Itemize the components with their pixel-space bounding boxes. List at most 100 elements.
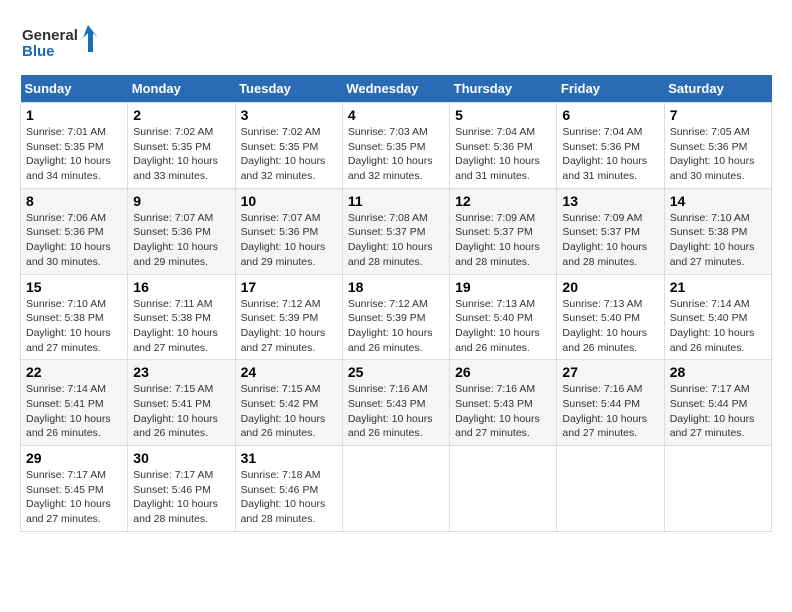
weekday-header-sunday: Sunday bbox=[21, 75, 128, 103]
calendar-cell: 7 Sunrise: 7:05 AM Sunset: 5:36 PM Dayli… bbox=[664, 103, 771, 189]
page-header: General Blue bbox=[20, 20, 772, 65]
calendar-cell: 22 Sunrise: 7:14 AM Sunset: 5:41 PM Dayl… bbox=[21, 360, 128, 446]
day-info: Sunrise: 7:11 AM Sunset: 5:38 PM Dayligh… bbox=[133, 297, 229, 356]
day-info: Sunrise: 7:13 AM Sunset: 5:40 PM Dayligh… bbox=[562, 297, 658, 356]
weekday-header-friday: Friday bbox=[557, 75, 664, 103]
day-info: Sunrise: 7:01 AM Sunset: 5:35 PM Dayligh… bbox=[26, 125, 122, 184]
day-number: 25 bbox=[348, 364, 444, 380]
day-number: 11 bbox=[348, 193, 444, 209]
day-info: Sunrise: 7:12 AM Sunset: 5:39 PM Dayligh… bbox=[348, 297, 444, 356]
day-info: Sunrise: 7:16 AM Sunset: 5:43 PM Dayligh… bbox=[455, 382, 551, 441]
day-number: 19 bbox=[455, 279, 551, 295]
calendar-cell: 29 Sunrise: 7:17 AM Sunset: 5:45 PM Dayl… bbox=[21, 446, 128, 532]
calendar-cell: 5 Sunrise: 7:04 AM Sunset: 5:36 PM Dayli… bbox=[450, 103, 557, 189]
calendar-cell: 20 Sunrise: 7:13 AM Sunset: 5:40 PM Dayl… bbox=[557, 274, 664, 360]
day-number: 10 bbox=[241, 193, 337, 209]
weekday-header-wednesday: Wednesday bbox=[342, 75, 449, 103]
day-number: 26 bbox=[455, 364, 551, 380]
day-number: 22 bbox=[26, 364, 122, 380]
day-number: 3 bbox=[241, 107, 337, 123]
day-number: 16 bbox=[133, 279, 229, 295]
calendar-cell bbox=[342, 446, 449, 532]
calendar-cell: 24 Sunrise: 7:15 AM Sunset: 5:42 PM Dayl… bbox=[235, 360, 342, 446]
day-number: 21 bbox=[670, 279, 766, 295]
day-number: 14 bbox=[670, 193, 766, 209]
calendar-week-5: 29 Sunrise: 7:17 AM Sunset: 5:45 PM Dayl… bbox=[21, 446, 772, 532]
calendar-cell: 30 Sunrise: 7:17 AM Sunset: 5:46 PM Dayl… bbox=[128, 446, 235, 532]
calendar-cell: 4 Sunrise: 7:03 AM Sunset: 5:35 PM Dayli… bbox=[342, 103, 449, 189]
day-info: Sunrise: 7:10 AM Sunset: 5:38 PM Dayligh… bbox=[670, 211, 766, 270]
day-number: 28 bbox=[670, 364, 766, 380]
day-number: 30 bbox=[133, 450, 229, 466]
calendar-cell: 12 Sunrise: 7:09 AM Sunset: 5:37 PM Dayl… bbox=[450, 188, 557, 274]
day-info: Sunrise: 7:04 AM Sunset: 5:36 PM Dayligh… bbox=[562, 125, 658, 184]
day-info: Sunrise: 7:13 AM Sunset: 5:40 PM Dayligh… bbox=[455, 297, 551, 356]
logo-svg: General Blue bbox=[20, 20, 100, 65]
day-info: Sunrise: 7:03 AM Sunset: 5:35 PM Dayligh… bbox=[348, 125, 444, 184]
day-info: Sunrise: 7:17 AM Sunset: 5:46 PM Dayligh… bbox=[133, 468, 229, 527]
day-number: 18 bbox=[348, 279, 444, 295]
calendar-cell bbox=[664, 446, 771, 532]
day-info: Sunrise: 7:10 AM Sunset: 5:38 PM Dayligh… bbox=[26, 297, 122, 356]
calendar-cell: 6 Sunrise: 7:04 AM Sunset: 5:36 PM Dayli… bbox=[557, 103, 664, 189]
calendar-cell: 1 Sunrise: 7:01 AM Sunset: 5:35 PM Dayli… bbox=[21, 103, 128, 189]
day-info: Sunrise: 7:06 AM Sunset: 5:36 PM Dayligh… bbox=[26, 211, 122, 270]
day-number: 6 bbox=[562, 107, 658, 123]
calendar-cell: 27 Sunrise: 7:16 AM Sunset: 5:44 PM Dayl… bbox=[557, 360, 664, 446]
day-number: 15 bbox=[26, 279, 122, 295]
calendar-week-4: 22 Sunrise: 7:14 AM Sunset: 5:41 PM Dayl… bbox=[21, 360, 772, 446]
day-info: Sunrise: 7:02 AM Sunset: 5:35 PM Dayligh… bbox=[241, 125, 337, 184]
calendar-table: SundayMondayTuesdayWednesdayThursdayFrid… bbox=[20, 75, 772, 532]
svg-text:General: General bbox=[22, 27, 78, 44]
weekday-header-tuesday: Tuesday bbox=[235, 75, 342, 103]
day-number: 20 bbox=[562, 279, 658, 295]
day-number: 27 bbox=[562, 364, 658, 380]
calendar-cell: 2 Sunrise: 7:02 AM Sunset: 5:35 PM Dayli… bbox=[128, 103, 235, 189]
calendar-cell: 18 Sunrise: 7:12 AM Sunset: 5:39 PM Dayl… bbox=[342, 274, 449, 360]
calendar-cell: 14 Sunrise: 7:10 AM Sunset: 5:38 PM Dayl… bbox=[664, 188, 771, 274]
day-number: 24 bbox=[241, 364, 337, 380]
day-number: 5 bbox=[455, 107, 551, 123]
day-info: Sunrise: 7:16 AM Sunset: 5:44 PM Dayligh… bbox=[562, 382, 658, 441]
day-info: Sunrise: 7:05 AM Sunset: 5:36 PM Dayligh… bbox=[670, 125, 766, 184]
day-number: 7 bbox=[670, 107, 766, 123]
day-info: Sunrise: 7:16 AM Sunset: 5:43 PM Dayligh… bbox=[348, 382, 444, 441]
day-number: 13 bbox=[562, 193, 658, 209]
calendar-cell: 17 Sunrise: 7:12 AM Sunset: 5:39 PM Dayl… bbox=[235, 274, 342, 360]
calendar-week-3: 15 Sunrise: 7:10 AM Sunset: 5:38 PM Dayl… bbox=[21, 274, 772, 360]
day-info: Sunrise: 7:09 AM Sunset: 5:37 PM Dayligh… bbox=[455, 211, 551, 270]
day-info: Sunrise: 7:02 AM Sunset: 5:35 PM Dayligh… bbox=[133, 125, 229, 184]
day-info: Sunrise: 7:15 AM Sunset: 5:42 PM Dayligh… bbox=[241, 382, 337, 441]
calendar-cell: 10 Sunrise: 7:07 AM Sunset: 5:36 PM Dayl… bbox=[235, 188, 342, 274]
calendar-week-2: 8 Sunrise: 7:06 AM Sunset: 5:36 PM Dayli… bbox=[21, 188, 772, 274]
day-number: 9 bbox=[133, 193, 229, 209]
day-info: Sunrise: 7:07 AM Sunset: 5:36 PM Dayligh… bbox=[133, 211, 229, 270]
day-info: Sunrise: 7:09 AM Sunset: 5:37 PM Dayligh… bbox=[562, 211, 658, 270]
day-info: Sunrise: 7:15 AM Sunset: 5:41 PM Dayligh… bbox=[133, 382, 229, 441]
weekday-header-row: SundayMondayTuesdayWednesdayThursdayFrid… bbox=[21, 75, 772, 103]
calendar-cell: 21 Sunrise: 7:14 AM Sunset: 5:40 PM Dayl… bbox=[664, 274, 771, 360]
day-number: 31 bbox=[241, 450, 337, 466]
day-number: 8 bbox=[26, 193, 122, 209]
day-info: Sunrise: 7:14 AM Sunset: 5:40 PM Dayligh… bbox=[670, 297, 766, 356]
day-info: Sunrise: 7:18 AM Sunset: 5:46 PM Dayligh… bbox=[241, 468, 337, 527]
calendar-cell: 31 Sunrise: 7:18 AM Sunset: 5:46 PM Dayl… bbox=[235, 446, 342, 532]
day-number: 23 bbox=[133, 364, 229, 380]
day-number: 12 bbox=[455, 193, 551, 209]
day-info: Sunrise: 7:17 AM Sunset: 5:44 PM Dayligh… bbox=[670, 382, 766, 441]
calendar-cell: 15 Sunrise: 7:10 AM Sunset: 5:38 PM Dayl… bbox=[21, 274, 128, 360]
day-number: 1 bbox=[26, 107, 122, 123]
day-number: 4 bbox=[348, 107, 444, 123]
weekday-header-monday: Monday bbox=[128, 75, 235, 103]
day-info: Sunrise: 7:04 AM Sunset: 5:36 PM Dayligh… bbox=[455, 125, 551, 184]
day-info: Sunrise: 7:08 AM Sunset: 5:37 PM Dayligh… bbox=[348, 211, 444, 270]
weekday-header-saturday: Saturday bbox=[664, 75, 771, 103]
calendar-cell: 8 Sunrise: 7:06 AM Sunset: 5:36 PM Dayli… bbox=[21, 188, 128, 274]
calendar-cell: 19 Sunrise: 7:13 AM Sunset: 5:40 PM Dayl… bbox=[450, 274, 557, 360]
calendar-cell bbox=[557, 446, 664, 532]
calendar-cell: 26 Sunrise: 7:16 AM Sunset: 5:43 PM Dayl… bbox=[450, 360, 557, 446]
calendar-cell: 3 Sunrise: 7:02 AM Sunset: 5:35 PM Dayli… bbox=[235, 103, 342, 189]
calendar-cell bbox=[450, 446, 557, 532]
day-number: 17 bbox=[241, 279, 337, 295]
calendar-cell: 28 Sunrise: 7:17 AM Sunset: 5:44 PM Dayl… bbox=[664, 360, 771, 446]
